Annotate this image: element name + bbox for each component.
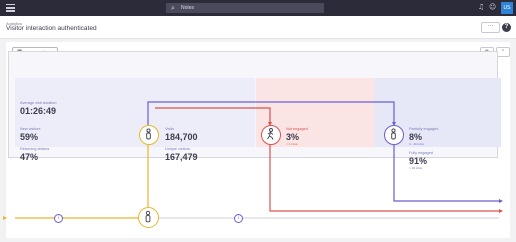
red-top-line	[155, 107, 271, 125]
engaged-node[interactable]	[384, 125, 404, 145]
timeline-visitor-node[interactable]	[138, 207, 159, 228]
not-engaged-node[interactable]	[261, 125, 281, 145]
person-icon	[145, 210, 151, 223]
person-icon	[391, 128, 396, 140]
purple-top-line	[147, 101, 395, 125]
red-arrowhead-right	[499, 209, 503, 213]
flow-lines	[3, 101, 503, 220]
timeline-info-icon[interactable]: i	[234, 214, 243, 223]
purple-arrowhead-right	[499, 199, 503, 203]
yellow-arrowhead	[3, 216, 7, 220]
visitor-node[interactable]	[139, 125, 159, 145]
person-icon	[146, 128, 151, 140]
purple-bottom-line	[393, 145, 499, 202]
timeline-info-icon[interactable]: i	[54, 214, 63, 223]
walking-person-icon	[267, 128, 274, 140]
